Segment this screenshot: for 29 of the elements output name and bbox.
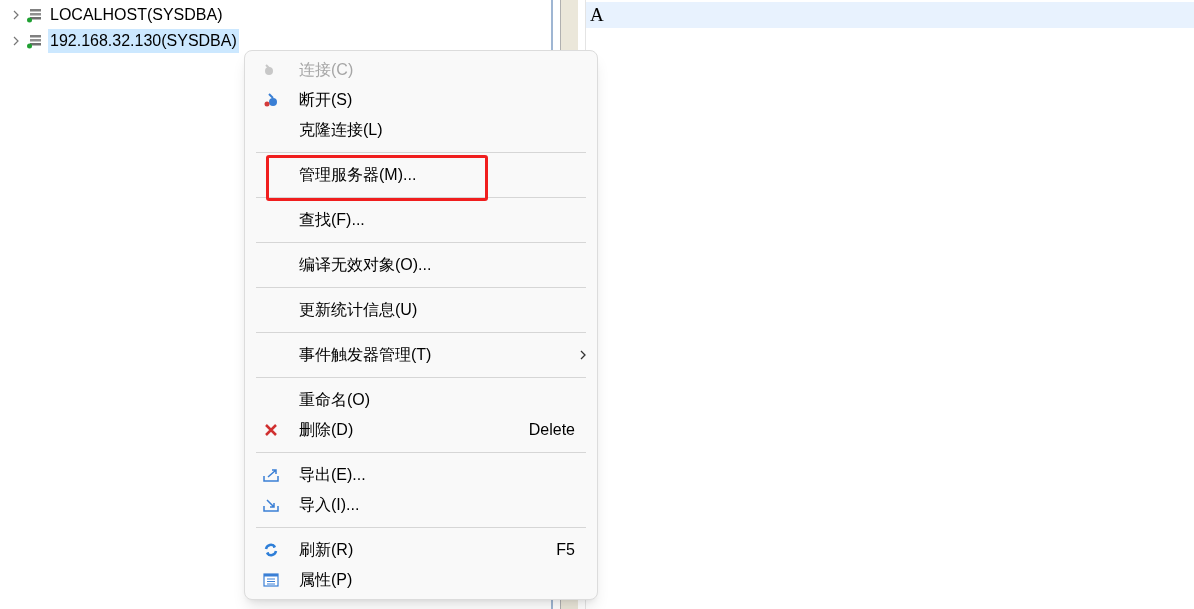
shortcut-label: F5: [556, 540, 575, 560]
menu-label: 编译无效对象(O)...: [299, 255, 433, 275]
code-line: A: [589, 2, 604, 27]
menu-label: 管理服务器(M)...: [299, 165, 418, 185]
tree-item[interactable]: 192.168.32.130(SYSDBA): [48, 29, 239, 53]
export-icon: [263, 467, 279, 483]
list-icon: [263, 572, 279, 588]
shortcut-label: Delete: [528, 420, 575, 440]
menu-label: 删除(D): [299, 420, 355, 440]
menu-label: 导入(I)...: [299, 495, 361, 515]
server-icon: [26, 7, 42, 23]
menu-label: 导出(E)...: [299, 465, 367, 485]
menu-label: 刷新(R): [299, 540, 355, 560]
tree-item[interactable]: LOCALHOST(SYSDBA): [48, 3, 225, 27]
chevron-icon[interactable]: [12, 36, 20, 46]
menu-label: 重命名(O): [299, 390, 372, 410]
import-icon: [263, 497, 279, 513]
menu-label: 更新统计信息(U): [299, 300, 419, 320]
refresh-icon: [263, 542, 279, 558]
menu-label: 查找(F)...: [299, 210, 366, 230]
menu-label: 克隆连接(L): [299, 120, 384, 140]
plug-icon: [263, 92, 279, 108]
chevron-icon[interactable]: [12, 10, 20, 20]
menu-label: 连接(C): [299, 60, 355, 80]
menu-label: 属性(P): [299, 570, 354, 590]
delete-icon: [263, 422, 279, 438]
menu-label: 断开(S): [299, 90, 354, 110]
server-icon: [26, 33, 42, 49]
menu-label: 事件触发器管理(T): [299, 345, 433, 365]
